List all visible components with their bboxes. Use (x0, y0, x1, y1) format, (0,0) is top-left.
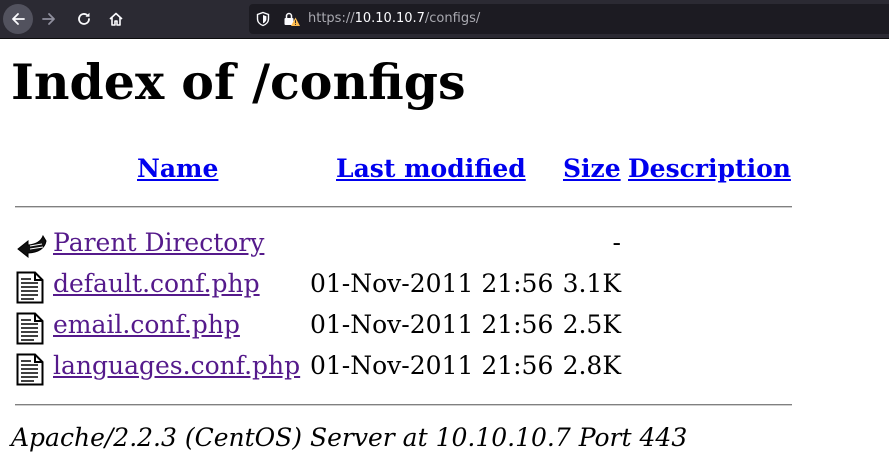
reload-icon (78, 12, 90, 25)
url-path: /configs/ (424, 11, 481, 26)
text-file-icon (16, 353, 44, 386)
entry-link[interactable]: languages.conf.php (53, 350, 300, 382)
entry-size: 3.1K (562, 269, 621, 298)
entry-modified: 01-Nov-2011 21:56 (310, 351, 554, 380)
forward-button[interactable] (34, 4, 64, 34)
home-button[interactable] (101, 4, 131, 34)
arrow-right-icon (42, 13, 55, 25)
back-button[interactable] (3, 4, 33, 34)
entry-link[interactable]: Parent Directory (53, 227, 264, 259)
table-row: languages.conf.php 01-Nov-2011 21:56 2.8… (0, 348, 889, 388)
back-arrow-icon (17, 234, 47, 259)
insecure-lock-warning-icon[interactable] (283, 11, 301, 27)
tracking-shield-icon[interactable] (255, 11, 271, 27)
header-divider (15, 206, 792, 208)
server-signature: Apache/2.2.3 (CentOS) Server at 10.10.10… (11, 423, 688, 452)
entry-modified: 01-Nov-2011 21:56 (310, 269, 554, 298)
table-row: email.conf.php 01-Nov-2011 21:56 2.5K (0, 307, 889, 347)
address-bar[interactable]: https://10.10.10.7/configs/ (249, 4, 889, 34)
entry-size: - (612, 228, 621, 257)
entry-link[interactable]: default.conf.php (53, 268, 260, 300)
url-scheme: https:// (308, 11, 355, 26)
entry-modified: 01-Nov-2011 21:56 (310, 310, 554, 339)
page-title: Index of /configs (11, 53, 466, 111)
url-text[interactable]: https://10.10.10.7/configs/ (308, 11, 480, 27)
arrow-left-icon (12, 13, 25, 25)
table-row: Parent Directory - (0, 225, 889, 265)
footer-divider (15, 404, 792, 406)
entry-size: 2.8K (562, 351, 621, 380)
description-column-header[interactable]: Description (628, 153, 791, 185)
reload-button[interactable] (69, 4, 99, 34)
entry-size: 2.5K (562, 310, 621, 339)
url-host: 10.10.10.7 (354, 11, 425, 26)
browser-toolbar: https://10.10.10.7/configs/ (0, 0, 889, 39)
size-column-header[interactable]: Size (563, 153, 621, 185)
text-file-icon (16, 271, 44, 304)
name-column-header[interactable]: Name (137, 153, 218, 185)
entry-link[interactable]: email.conf.php (53, 309, 240, 341)
table-row: default.conf.php 01-Nov-2011 21:56 3.1K (0, 266, 889, 306)
home-icon (109, 12, 123, 26)
text-file-icon (16, 312, 44, 345)
last-modified-column-header[interactable]: Last modified (336, 153, 526, 185)
